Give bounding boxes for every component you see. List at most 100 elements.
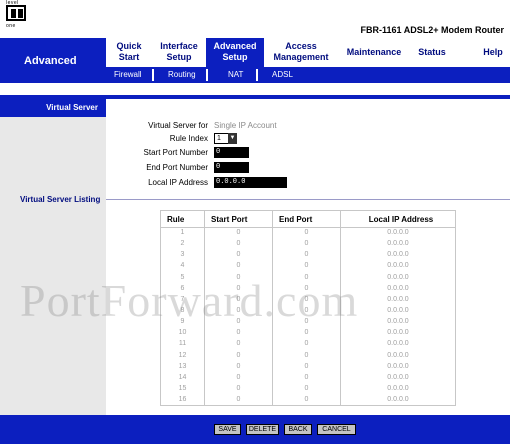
end-port-cell: 0 [272,394,341,407]
rule-cell: 13 [160,361,205,373]
virtual-server-listing-heading: Virtual Server Listing [20,195,101,204]
rule-cell: 2 [160,238,205,250]
nav-label-line1: Advanced [213,41,257,51]
local-ip-cell: 0.0.0.0 [340,383,456,395]
local-ip-cell: 0.0.0.0 [340,327,456,339]
start-port-cell: 0 [204,338,273,351]
table-header-row: Rule Start Port End Port Local IP Addres… [160,210,456,228]
section-title: Advanced [0,38,106,83]
local-ip-cell: 0.0.0.0 [340,249,456,261]
local-ip-cell: 0.0.0.0 [340,394,456,407]
table-row: 12 0 0 0.0.0.0 [160,350,456,362]
local-ip-cell: 0.0.0.0 [340,350,456,362]
start-port-cell: 0 [204,260,273,273]
nav-help[interactable]: Help [480,47,506,58]
virtual-server-heading: Virtual Server [0,99,106,117]
subnav-adsl[interactable]: ADSL [272,70,293,79]
nav-quick-start[interactable]: Quick Start [114,41,144,63]
local-ip-cell: 0.0.0.0 [340,238,456,250]
end-port-cell: 0 [272,327,341,339]
nav-advanced-setup[interactable]: Advanced Setup [206,38,264,67]
end-port-cell: 0 [272,383,341,395]
subnav-firewall[interactable]: Firewall [114,70,142,79]
delete-button[interactable]: DELETE [246,424,279,435]
local-ip-cell: 0.0.0.0 [340,227,456,239]
start-port-input[interactable]: 0 [214,147,249,158]
table-row: 10 0 0 0.0.0.0 [160,327,456,339]
nav-label-line2: Start [118,52,140,62]
nav-label-line2: Management [273,52,329,62]
col-end-port-header: End Port [272,210,341,228]
subnav-separator [256,69,258,81]
nav-label-line1: Access [285,41,317,51]
nav-label-line2: Setup [222,52,248,62]
start-port-cell: 0 [204,383,273,395]
dropdown-arrow-icon[interactable]: ▼ [228,133,237,144]
nav-maintenance[interactable]: Maintenance [344,47,404,58]
local-ip-cell: 0.0.0.0 [340,338,456,351]
rule-cell: 15 [160,383,205,395]
table-row: 4 0 0 0.0.0.0 [160,260,456,273]
table-row: 11 0 0 0.0.0.0 [160,338,456,351]
start-port-label: Start Port Number [143,148,208,157]
end-port-input[interactable]: 0 [214,162,249,173]
col-rule-header: Rule [160,210,205,228]
table-row: 16 0 0 0.0.0.0 [160,394,456,407]
local-ip-label: Local IP Address [148,178,208,187]
start-port-cell: 0 [204,249,273,261]
start-port-cell: 0 [204,227,273,239]
rule-cell: 16 [160,394,205,407]
virtual-server-for-value: Single IP Account [214,121,277,130]
level-one-logo: level one [4,0,28,33]
rule-cell: 1 [160,227,205,239]
watermark: PortForward.com [20,275,359,326]
end-port-cell: 0 [272,238,341,250]
nav-status[interactable]: Status [416,47,448,58]
start-port-cell: 0 [204,361,273,373]
subnav-separator [206,69,208,81]
table-row: 15 0 0 0.0.0.0 [160,383,456,395]
subnav-routing[interactable]: Routing [168,70,196,79]
model-name: FBR-1161 ADSL2+ Modem Router [360,25,504,35]
cancel-button[interactable]: CANCEL [317,424,356,435]
start-port-cell: 0 [204,238,273,250]
subnav-separator [152,69,154,81]
rule-cell: 10 [160,327,205,339]
col-start-port-header: Start Port [204,210,273,228]
table-row: 2 0 0 0.0.0.0 [160,238,456,250]
table-row: 1 0 0 0.0.0.0 [160,227,456,239]
rule-index-label: Rule Index [169,134,208,143]
nav-label-line1: Help [483,47,503,57]
table-row: 3 0 0 0.0.0.0 [160,249,456,261]
nav-label-line1: Quick [116,41,142,51]
logo-bottom-text: one [6,23,16,29]
save-button[interactable]: SAVE [214,424,241,435]
subnav-nat[interactable]: NAT [228,70,243,79]
start-port-cell: 0 [204,327,273,339]
nav-access-management[interactable]: Access Management [270,41,332,63]
nav-label-line1: Interface [160,41,198,51]
back-button[interactable]: BACK [284,424,312,435]
start-port-cell: 0 [204,394,273,407]
rule-cell: 4 [160,260,205,273]
end-port-cell: 0 [272,249,341,261]
local-ip-cell: 0.0.0.0 [340,260,456,273]
table-row: 13 0 0 0.0.0.0 [160,361,456,373]
end-port-cell: 0 [272,372,341,384]
start-port-cell: 0 [204,372,273,384]
rule-cell: 12 [160,350,205,362]
left-column [0,99,106,415]
end-port-cell: 0 [272,227,341,239]
local-ip-cell: 0.0.0.0 [340,361,456,373]
col-local-ip-header: Local IP Address [340,210,456,228]
end-port-cell: 0 [272,350,341,362]
virtual-server-for-label: Virtual Server for [148,121,208,130]
end-port-cell: 0 [272,338,341,351]
local-ip-input[interactable]: 0.0.0.0 [214,177,287,188]
end-port-cell: 0 [272,361,341,373]
nav-label-line1: Maintenance [346,47,402,57]
local-ip-cell: 0.0.0.0 [340,372,456,384]
nav-interface-setup[interactable]: Interface Setup [156,41,202,63]
end-port-cell: 0 [272,260,341,273]
top-nav: Quick Start Interface Setup Advanced Set… [106,38,510,67]
